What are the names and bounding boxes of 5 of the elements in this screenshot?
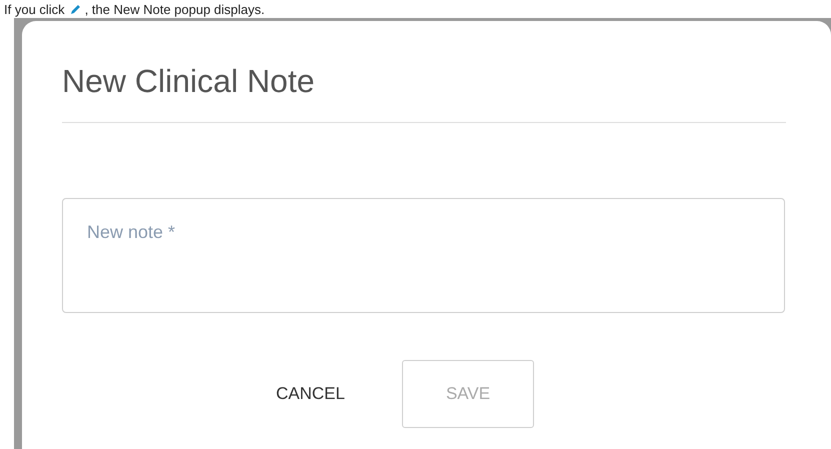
pencil-icon <box>68 4 81 16</box>
caption-text: If you click <box>4 2 65 18</box>
dialog-title: New Clinical Note <box>62 62 315 101</box>
note-field[interactable]: New note * <box>62 198 785 313</box>
caption-text: , the New Note popup displays. <box>84 2 265 18</box>
